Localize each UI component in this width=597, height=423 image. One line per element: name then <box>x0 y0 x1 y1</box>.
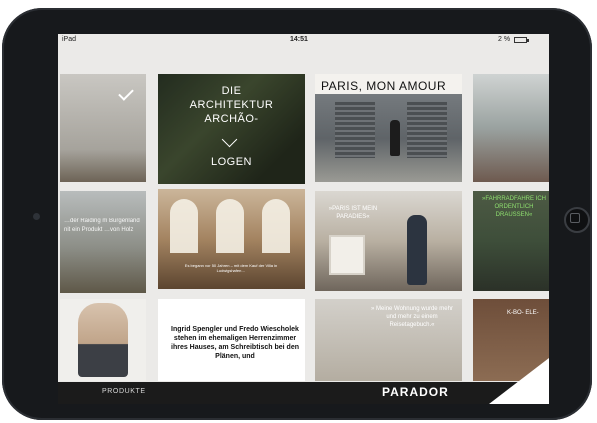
tile-article-text[interactable]: Ingrid Spengler und Fredo Wiescholek ste… <box>158 299 305 381</box>
tile-quote: »FAHRRADFAHRE ICH ORDENTLICH DRAUSSEN« <box>481 196 546 218</box>
brand-logo[interactable]: PARADOR <box>382 385 449 399</box>
front-camera <box>33 213 40 220</box>
tile-title-line: ARCHÃO- <box>204 113 259 125</box>
standing-man <box>407 215 427 285</box>
tile-paris-mon-amour[interactable]: PARIS, MON AMOUR <box>315 74 462 182</box>
article-text: Ingrid Spengler und Fredo Wiescholek ste… <box>171 326 299 360</box>
tile-title-line: LOGEN <box>210 156 252 168</box>
shutter-door <box>407 102 447 158</box>
arched-window <box>170 199 198 253</box>
status-bar: iPad 14:51 2 % <box>58 34 549 46</box>
tile-text: …der Raiding m Burgenland nit ein Produk… <box>64 218 140 233</box>
walking-person <box>390 120 400 156</box>
clock: 14:51 <box>290 36 308 43</box>
tile-paris-paradies[interactable]: »PARIS IST MEIN PARADIES« <box>315 191 462 291</box>
tile-title-line: ARCHITEKTUR <box>189 99 274 111</box>
tile-quote: »PARIS IST MEIN PARADIES« <box>328 206 378 220</box>
tile-raiding-text[interactable]: …der Raiding m Burgenland nit ein Produk… <box>60 191 146 293</box>
tile-quote: » Meine Wohnung wurde mehr und mehr zu e… <box>371 306 453 328</box>
tile-portrait[interactable] <box>60 299 146 381</box>
battery-percent: 2 % <box>498 36 511 43</box>
nav-produkte[interactable]: PRODUKTE <box>102 388 146 395</box>
corner-accent <box>489 358 549 404</box>
tile-church-photo[interactable] <box>473 74 549 182</box>
portrait-person <box>78 303 128 377</box>
tile-tree-photo[interactable] <box>60 74 146 182</box>
tile-text: K-BO- ELE- <box>507 310 539 316</box>
tile-fahrrad[interactable]: »FAHRRADFAHRE ICH ORDENTLICH DRAUSSEN« <box>473 191 549 291</box>
check-icon <box>118 85 134 101</box>
tile-hall-interior[interactable]: Es begann vor 50 Jahren – mit dem Kauf d… <box>158 189 305 289</box>
tile-title: DIE ARCHITEKTUR ARCHÃO- <box>168 84 295 126</box>
shutter-door <box>335 102 375 158</box>
app-screen: iPad 14:51 2 % DIE ARCHITEKTUR ARCHÃO- L… <box>58 34 549 404</box>
tile-architektur-archaologen[interactable]: DIE ARCHITEKTUR ARCHÃO- LOGEN <box>158 74 305 184</box>
tile-title: PARIS, MON AMOUR <box>321 79 447 93</box>
arched-window <box>262 199 290 253</box>
tile-caption: Es begann vor 50 Jahren – mit dem Kauf d… <box>184 263 278 273</box>
tile-title-line: DIE <box>221 85 242 97</box>
tile-wohnung[interactable]: » Meine Wohnung wurde mehr und mehr zu e… <box>315 299 462 381</box>
arched-window <box>216 199 244 253</box>
battery-icon <box>514 37 529 43</box>
carrier-label: iPad <box>62 36 77 43</box>
fireplace <box>329 235 365 275</box>
home-button-square-icon <box>570 213 580 223</box>
bottom-bar: PRODUKTE PARADOR <box>58 382 549 404</box>
